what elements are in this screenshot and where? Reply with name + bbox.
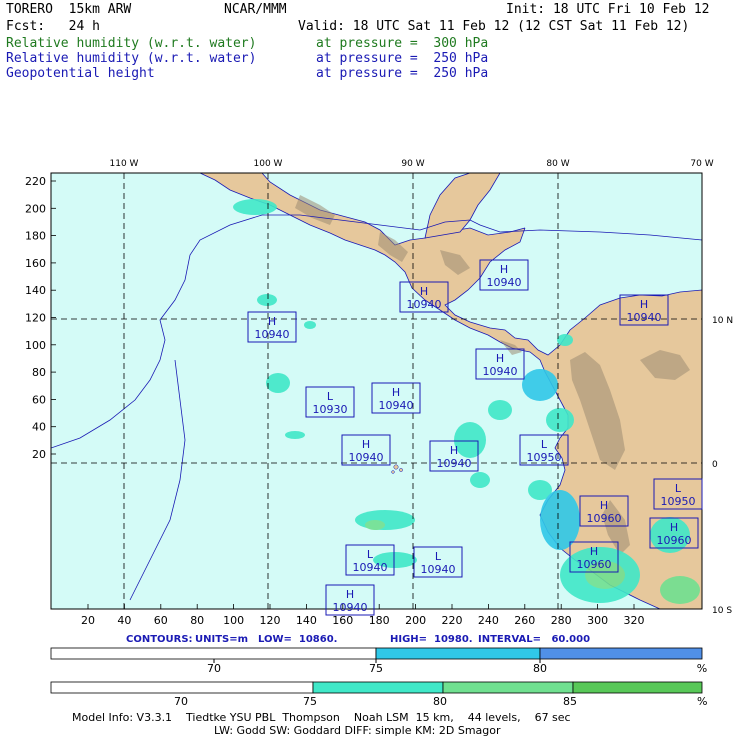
x-tick-label: 160 xyxy=(332,614,353,627)
center-type: H xyxy=(362,438,370,451)
y-tick-label: 40 xyxy=(32,421,46,434)
y-tick-label: 140 xyxy=(25,284,46,297)
galapagos-island xyxy=(391,470,395,474)
y-tick-label: 180 xyxy=(25,230,46,243)
colorbar-rh250: 70 75 80 % xyxy=(50,647,707,675)
x-tick-label: 60 xyxy=(154,614,168,627)
y-tick-label: 120 xyxy=(25,312,46,325)
center-value: 10940 xyxy=(255,328,290,341)
center-type: H xyxy=(640,298,648,311)
y-tick-label: 160 xyxy=(25,257,46,270)
model-info-line: Model Info: V3.3.1 Tiedtke YSU PBL Thomp… xyxy=(72,711,571,724)
galapagos-island xyxy=(393,464,399,470)
center-type: H xyxy=(450,444,458,457)
center-value: 10940 xyxy=(407,298,442,311)
center-value: 10960 xyxy=(577,558,612,571)
contour-units: UNITS=m xyxy=(195,634,249,645)
colorbar-rh300 xyxy=(50,681,703,694)
contour-interval: INTERVAL= 60.000 xyxy=(478,634,591,645)
center-value: 10950 xyxy=(527,451,562,464)
weather-map: H10940H10940H10940H10940H10940L10930H109… xyxy=(25,159,733,627)
color-legends: 70 75 80 % xyxy=(50,647,707,694)
center-type: H xyxy=(420,285,428,298)
center-type: H xyxy=(496,352,504,365)
center-value: 10940 xyxy=(349,451,384,464)
y-tick-label: 80 xyxy=(32,366,46,379)
x-tick-label: 280 xyxy=(551,614,572,627)
center-value: 10940 xyxy=(421,563,456,576)
lon-label: 80 W xyxy=(546,159,569,169)
x-tick-label: 180 xyxy=(369,614,390,627)
physics-info-line: LW: Godd SW: Goddard DIFF: simple KM: 2D… xyxy=(214,724,501,737)
lon-label: 110 W xyxy=(110,159,139,169)
center-value: 10940 xyxy=(353,561,388,574)
lat-label: 10 S xyxy=(712,606,732,616)
center-value: 10940 xyxy=(483,365,518,378)
colorbar2-label-75: 75 xyxy=(303,695,317,708)
x-tick-label: 140 xyxy=(296,614,317,627)
colorbar2-label-80: 80 xyxy=(433,695,447,708)
colorbar1-label-70: 70 xyxy=(207,662,221,675)
x-tick-label: 200 xyxy=(405,614,426,627)
lon-label: 90 W xyxy=(401,159,424,169)
lat-label: 10 N xyxy=(712,316,733,326)
lon-label: 100 W xyxy=(254,159,283,169)
y-tick-label: 100 xyxy=(25,339,46,352)
colorbar1-label-80: 80 xyxy=(533,662,547,675)
center-type: H xyxy=(268,315,276,328)
contour-label: CONTOURS: xyxy=(126,634,193,645)
x-tick-label: 100 xyxy=(223,614,244,627)
contour-high: HIGH= 10980. xyxy=(390,634,473,645)
y-tick-label: 20 xyxy=(32,448,46,461)
colorbar2-unit: % xyxy=(697,695,708,708)
x-tick-label: 80 xyxy=(190,614,204,627)
x-tick-label: 220 xyxy=(442,614,463,627)
colorbar1-label-75: 75 xyxy=(369,662,383,675)
lon-label: 70 W xyxy=(690,159,713,169)
center-type: L xyxy=(327,390,334,403)
center-type: H xyxy=(500,263,508,276)
center-value: 10950 xyxy=(661,495,696,508)
lat-label: 0 xyxy=(712,460,718,470)
center-type: L xyxy=(541,438,548,451)
y-tick-label: 220 xyxy=(25,175,46,188)
x-tick-label: 260 xyxy=(514,614,535,627)
colorbar2-label-70: 70 xyxy=(174,695,188,708)
center-value: 10940 xyxy=(487,276,522,289)
center-type: H xyxy=(600,499,608,512)
center-type: H xyxy=(392,386,400,399)
colorbar2-label-85: 85 xyxy=(563,695,577,708)
x-tick-label: 120 xyxy=(260,614,281,627)
center-value: 10940 xyxy=(379,399,414,412)
y-tick-label: 200 xyxy=(25,202,46,215)
x-tick-label: 320 xyxy=(624,614,645,627)
center-value: 10960 xyxy=(587,512,622,525)
x-tick-label: 40 xyxy=(117,614,131,627)
x-tick-label: 300 xyxy=(587,614,608,627)
center-type: H xyxy=(590,545,598,558)
center-type: L xyxy=(675,482,682,495)
x-tick-label: 20 xyxy=(81,614,95,627)
y-tick-label: 60 xyxy=(32,393,46,406)
center-value: 10930 xyxy=(313,403,348,416)
center-value: 10940 xyxy=(437,457,472,470)
center-type: H xyxy=(346,588,354,601)
x-tick-label: 240 xyxy=(478,614,499,627)
center-value: 10940 xyxy=(333,601,368,614)
center-value: 10960 xyxy=(657,534,692,547)
colorbar1-unit: % xyxy=(697,662,707,675)
galapagos-island xyxy=(399,468,403,472)
contour-low: LOW= 10860. xyxy=(258,634,338,645)
center-type: L xyxy=(367,548,374,561)
center-value: 10940 xyxy=(627,311,662,324)
center-type: H xyxy=(670,521,678,534)
center-type: L xyxy=(435,550,442,563)
